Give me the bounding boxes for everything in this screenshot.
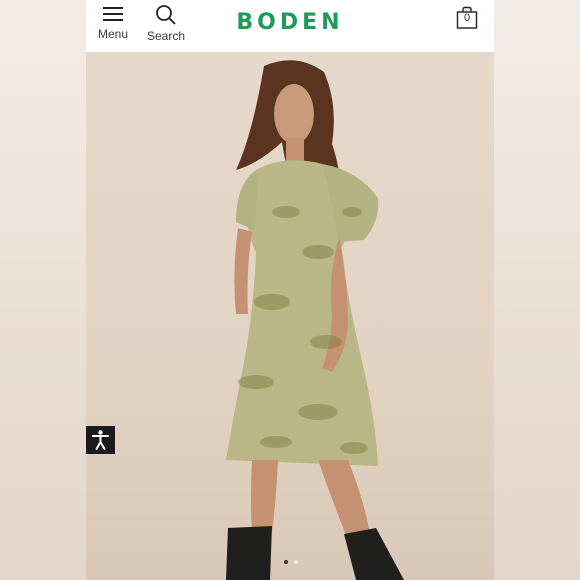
bag-count: 0 [463, 12, 471, 24]
site-header: Menu Search BODEN 0 [86, 0, 494, 52]
carousel-dot[interactable] [294, 560, 298, 564]
background-blur-left [0, 0, 86, 580]
carousel-dot[interactable] [284, 560, 288, 564]
shopping-bag-button[interactable]: 0 [456, 6, 478, 30]
background-blur-right [494, 0, 580, 580]
boden-logo[interactable]: BODEN [86, 10, 494, 35]
model-photo [226, 60, 404, 580]
accessibility-icon [92, 430, 109, 450]
mobile-page: Menu Search BODEN 0 [86, 0, 494, 580]
product-hero-image[interactable] [86, 52, 494, 580]
carousel-dots [284, 560, 298, 564]
accessibility-button[interactable] [86, 426, 115, 454]
